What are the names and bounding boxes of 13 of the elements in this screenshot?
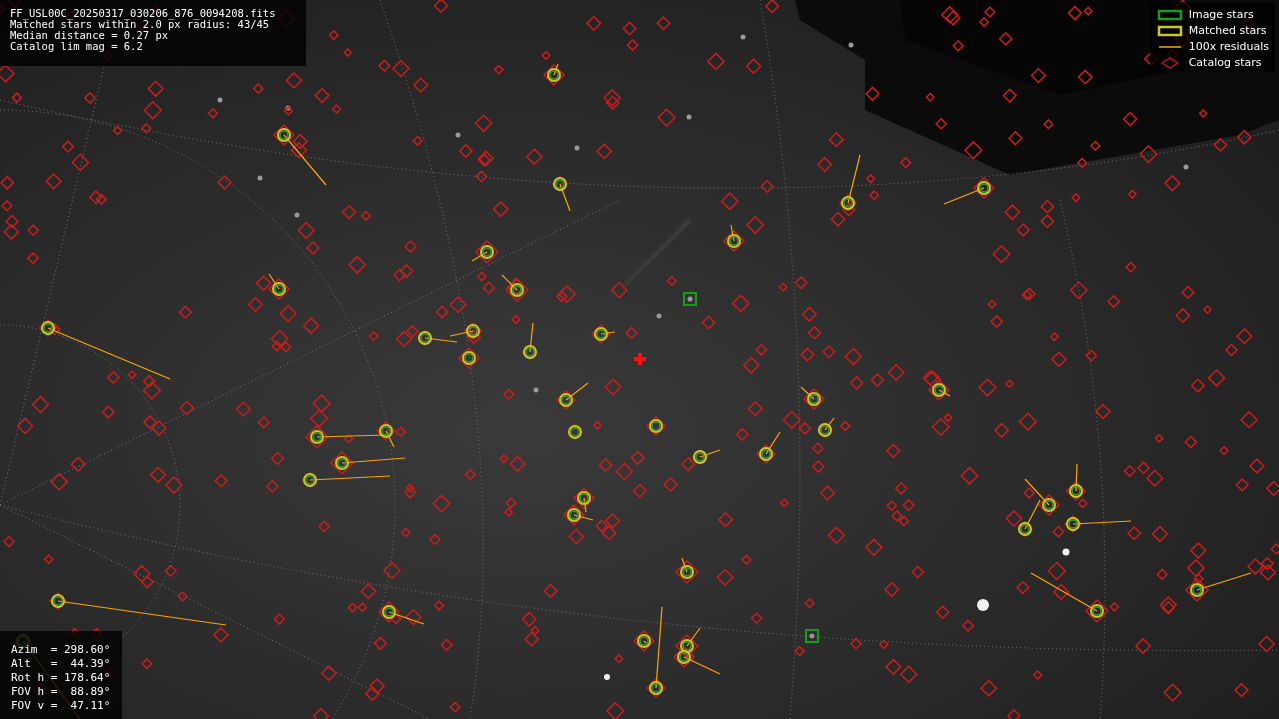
pointing-text: Rot h = 178.64° [11,671,111,685]
info-text: FF_USL00C_20250317_030206_876_0094208.fits [10,8,277,19]
legend-label: Image stars [1188,8,1254,21]
info-text: Matched stars within 2.0 px radius: 43/45 [10,19,270,30]
pointing-text: FOV h = 88.89° [11,685,111,699]
info-text: Median distance = 0.27 px [10,30,169,41]
pointing-text: Azim = 298.60° [11,643,111,657]
pointing-text: Alt = 44.39° [11,657,111,671]
legend-label: Catalog stars [1188,56,1262,69]
legend-label: Matched stars [1188,24,1267,37]
pointing-text: FOV v = 47.11° [11,699,111,713]
info-text: Catalog lim mag = 6.2 [10,41,144,52]
legend-label: 100x residuals [1188,40,1269,53]
